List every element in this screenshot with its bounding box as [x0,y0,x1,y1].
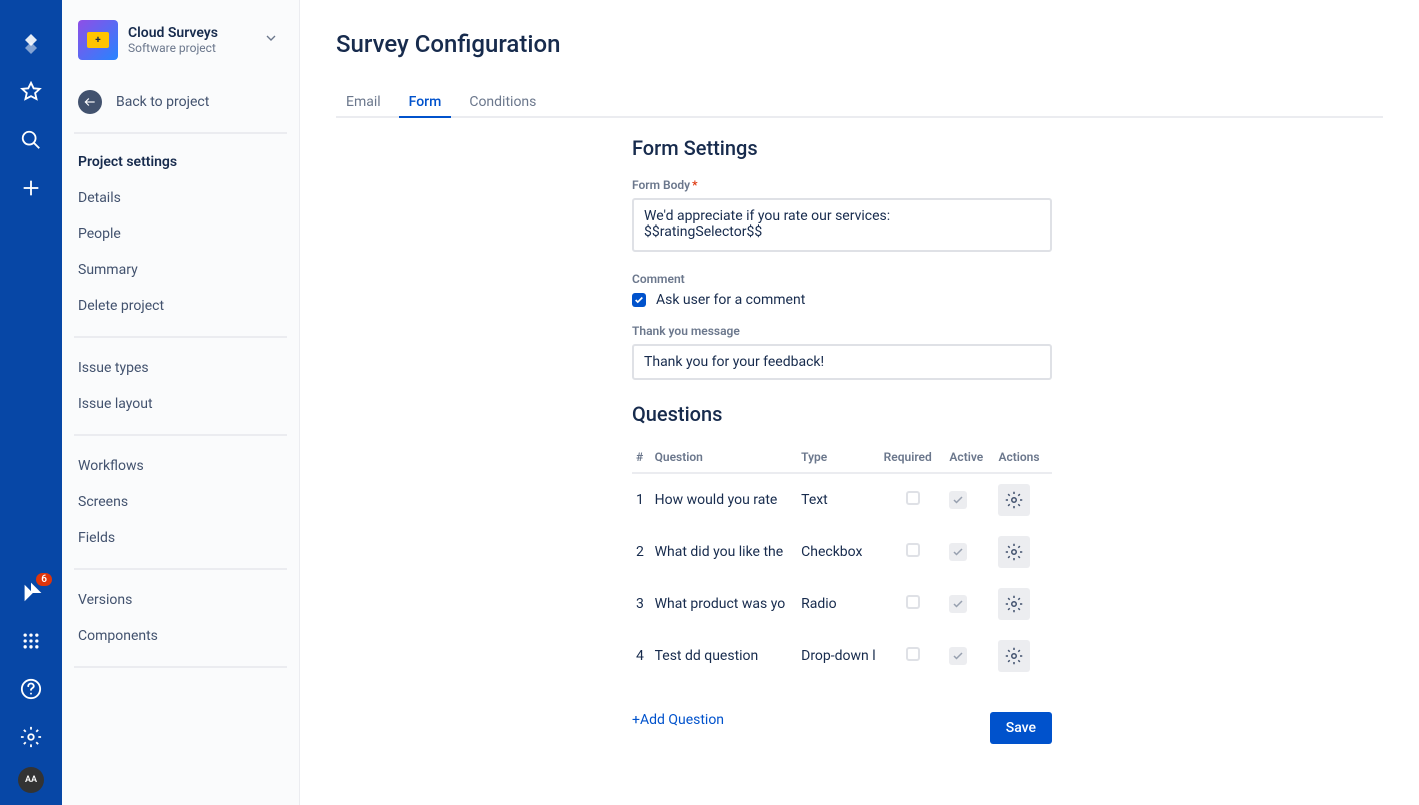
col-active: Active [945,444,994,473]
tab-conditions[interactable]: Conditions [459,88,546,116]
sidebar-item-versions[interactable]: Versions [62,582,299,618]
row-type: Radio [797,578,880,630]
back-to-project[interactable]: Back to project [62,80,299,132]
sidebar-item-fields[interactable]: Fields [62,520,299,556]
sidebar-item-issue-types[interactable]: Issue types [62,350,299,386]
col-num: # [632,444,651,473]
divider [74,568,287,570]
row-actions-button[interactable] [998,588,1030,620]
sidebar-item-people[interactable]: People [62,216,299,252]
project-avatar: + [78,20,118,60]
col-actions: Actions [994,444,1052,473]
required-checkbox[interactable] [906,543,920,557]
ask-comment-label: Ask user for a comment [656,292,805,308]
app-switcher-icon[interactable] [0,617,62,665]
row-question: What product was yo [651,578,798,630]
question-row: 2 What did you like the Checkbox [632,526,1052,578]
question-row: 4 Test dd question Drop-down l [632,630,1052,682]
sidebar-group-a: Details People Summary Delete project [62,180,299,324]
row-num: 4 [632,630,651,682]
page-title: Survey Configuration [336,30,1383,58]
back-arrow-icon [78,90,102,114]
user-avatar[interactable]: AA [18,767,44,793]
sidebar-item-workflows[interactable]: Workflows [62,448,299,484]
back-label: Back to project [116,94,209,110]
search-icon[interactable] [0,116,62,164]
row-question: Test dd question [651,630,798,682]
tab-form[interactable]: Form [399,88,452,118]
sidebar-item-screens[interactable]: Screens [62,484,299,520]
global-nav-rail: 6 AA [0,0,62,805]
row-num: 3 [632,578,651,630]
tab-bar: Email Form Conditions [336,88,1383,118]
add-question-link[interactable]: +Add Question [632,704,724,736]
settings-icon[interactable] [0,713,62,761]
star-icon[interactable] [0,68,62,116]
required-checkbox[interactable] [906,647,920,661]
row-question: How would you rate [651,473,798,526]
required-checkbox[interactable] [906,595,920,609]
notification-icon[interactable]: 6 [0,569,62,617]
comment-label: Comment [632,272,1052,286]
sidebar-item-issue-layout[interactable]: Issue layout [62,386,299,422]
sidebar-item-details[interactable]: Details [62,180,299,216]
form-settings-heading: Form Settings [632,136,1052,160]
active-checkbox[interactable] [949,595,967,613]
help-icon[interactable] [0,665,62,713]
row-actions-button[interactable] [998,484,1030,516]
thankyou-label: Thank you message [632,324,1052,338]
col-question: Question [651,444,798,473]
jira-logo-icon[interactable] [0,20,62,68]
save-button[interactable]: Save [990,712,1052,744]
sidebar-section-title: Project settings [62,146,299,180]
sidebar-group-d: Versions Components [62,582,299,654]
notification-badge: 6 [36,573,52,586]
required-checkbox[interactable] [906,491,920,505]
question-row: 1 How would you rate Text [632,473,1052,526]
divider [74,132,287,134]
thankyou-input[interactable] [632,344,1052,380]
sidebar-group-b: Issue types Issue layout [62,350,299,422]
row-type: Checkbox [797,526,880,578]
divider [74,666,287,668]
form-body-input[interactable] [632,198,1052,252]
main-content: Survey Configuration Email Form Conditio… [300,0,1419,805]
project-type: Software project [128,41,249,55]
project-sidebar: + Cloud Surveys Software project Back to… [62,0,300,805]
active-checkbox[interactable] [949,543,967,561]
divider [74,434,287,436]
sidebar-group-c: Workflows Screens Fields [62,448,299,556]
divider [74,336,287,338]
sidebar-item-summary[interactable]: Summary [62,252,299,288]
row-question: What did you like the [651,526,798,578]
tab-email[interactable]: Email [336,88,391,116]
form-body-label: Form Body* [632,178,1052,192]
active-checkbox[interactable] [949,491,967,509]
row-actions-button[interactable] [998,536,1030,568]
row-type: Text [797,473,880,526]
ask-comment-checkbox[interactable] [632,293,646,307]
row-num: 2 [632,526,651,578]
questions-table: # Question Type Required Active Actions … [632,444,1052,682]
col-required: Required [880,444,946,473]
row-num: 1 [632,473,651,526]
chevron-down-icon[interactable] [259,26,283,54]
project-name: Cloud Surveys [128,25,249,41]
sidebar-item-components[interactable]: Components [62,618,299,654]
active-checkbox[interactable] [949,647,967,665]
sidebar-item-delete-project[interactable]: Delete project [62,288,299,324]
row-type: Drop-down l [797,630,880,682]
plus-icon[interactable] [0,164,62,212]
col-type: Type [797,444,880,473]
question-row: 3 What product was yo Radio [632,578,1052,630]
row-actions-button[interactable] [998,640,1030,672]
questions-heading: Questions [632,402,1052,426]
